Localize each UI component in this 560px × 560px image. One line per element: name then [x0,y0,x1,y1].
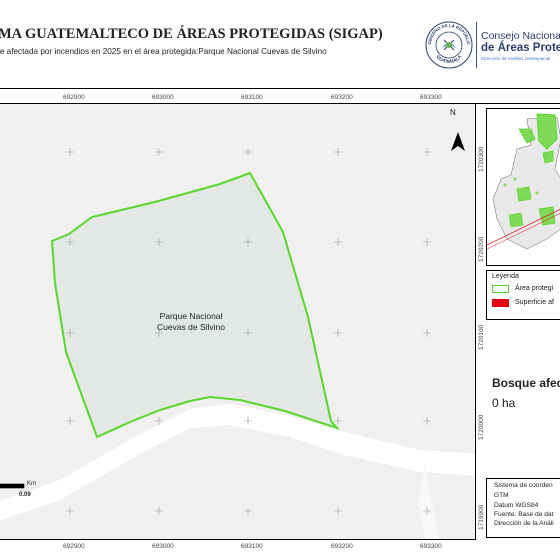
info-line: Dirección de la Análi [494,520,554,527]
y-tick: 1720200 [478,236,485,262]
legend-title: Leyenda [492,273,519,280]
y-tick: 1720000 [478,414,485,440]
legend-swatch-burned-area [492,299,509,307]
x-tick-top: 693000 [152,94,174,101]
logo-line-3: Dirección de Análisis Geoespacial [481,56,551,61]
x-tick-top: 693300 [420,94,442,101]
logo-divider [476,22,477,68]
svg-text:GUATEMALA: GUATEMALA [436,54,463,64]
y-tick: 1720100 [478,324,485,350]
affected-forest-title: Bosque afec [492,376,560,390]
seal-top-text: GOBIERNO DE LA REPÚBLICA [424,20,471,45]
info-line: Datum WGS84 [494,502,539,509]
location-inset-map [486,108,560,266]
x-tick-top: 693100 [241,94,263,101]
y-tick: 1720300 [478,146,485,172]
map-title: MA GUATEMALTECO DE ÁREAS PROTEGIDAS (SIG… [0,26,383,42]
svg-text:GOBIERNO DE LA REPÚBLICA: GOBIERNO DE LA REPÚBLICA [424,20,471,45]
x-tick-bottom: 692900 [63,543,85,550]
x-tick-top: 693200 [331,94,353,101]
legend-label-protected-area: Área protegi [515,285,554,292]
north-label: N [450,108,456,117]
logo-line-1: Consejo Nacional [481,30,560,42]
x-tick-bottom: 693000 [152,543,174,550]
x-tick-top: 692900 [63,94,85,101]
affected-forest-value: 0 ha [492,396,516,410]
area-label-line-2: Cuevas de Silvino [156,322,226,332]
info-line: GTM [494,492,509,499]
seal-bottom-text: GUATEMALA [436,54,463,64]
area-label: Parque Nacional Cuevas de Silvino [146,311,236,333]
scale-unit: Km [27,481,36,487]
y-tick: 1719900 [478,504,485,530]
legend-swatch-protected-area [492,285,509,293]
x-tick-bottom: 693100 [241,543,263,550]
legend-label-burned-area: Superficie af [515,299,554,306]
guatemala-seal-icon: GOBIERNO DE LA REPÚBLICA GUATEMALA [424,20,473,69]
x-tick-bottom: 693200 [331,543,353,550]
map-subtitle: ie afectada por incendios en 2025 en el … [0,47,327,56]
scale-value: 0.09 [19,492,31,498]
x-tick-bottom: 693300 [420,543,442,550]
logo-line-2: de Áreas Protegid [481,42,560,54]
map-header: MA GUATEMALTECO DE ÁREAS PROTEGIDAS (SIG… [0,0,560,89]
map-canvas[interactable]: N Parque Nacional Cuevas de Silvino Km 0… [0,104,476,540]
info-line: Fuente: Base de dat [494,511,554,518]
scale-bar [0,483,25,489]
area-label-line-1: Parque Nacional [159,311,223,321]
info-line: Sistema de coorden [494,482,553,489]
